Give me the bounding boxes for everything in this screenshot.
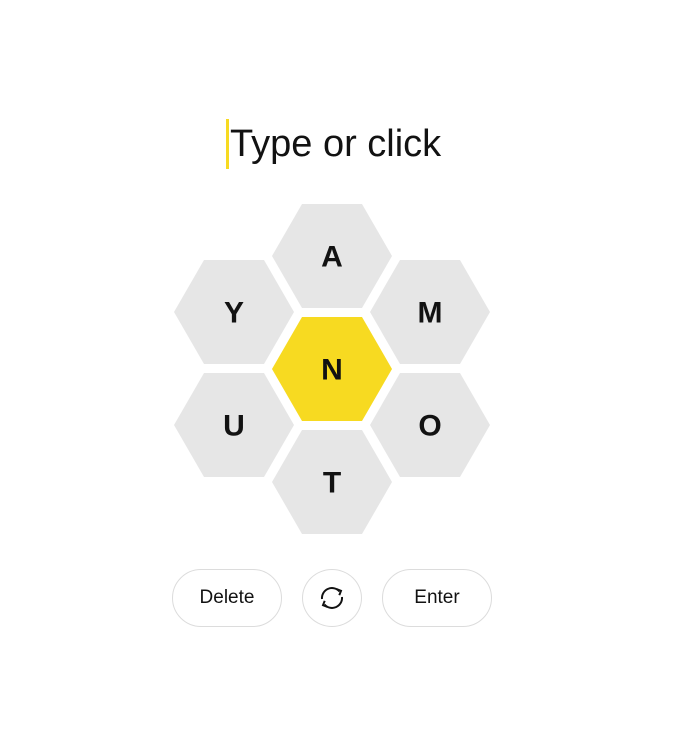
hive-cell-top[interactable]: A [272,204,392,308]
shuffle-icon [320,587,344,609]
hive-cell-center[interactable]: N [272,317,392,421]
hive-cell-upper-right[interactable]: M [370,260,490,364]
enter-button[interactable]: Enter [382,569,492,627]
hive-cell-lower-right[interactable]: O [370,373,490,477]
hive-cell-bottom[interactable]: T [272,430,392,534]
controls-row: Delete Enter [0,569,676,629]
hive-cell-upper-left[interactable]: Y [174,260,294,364]
delete-button[interactable]: Delete [172,569,282,627]
hive-cell-lower-left[interactable]: U [174,373,294,477]
shuffle-button[interactable] [302,569,362,627]
